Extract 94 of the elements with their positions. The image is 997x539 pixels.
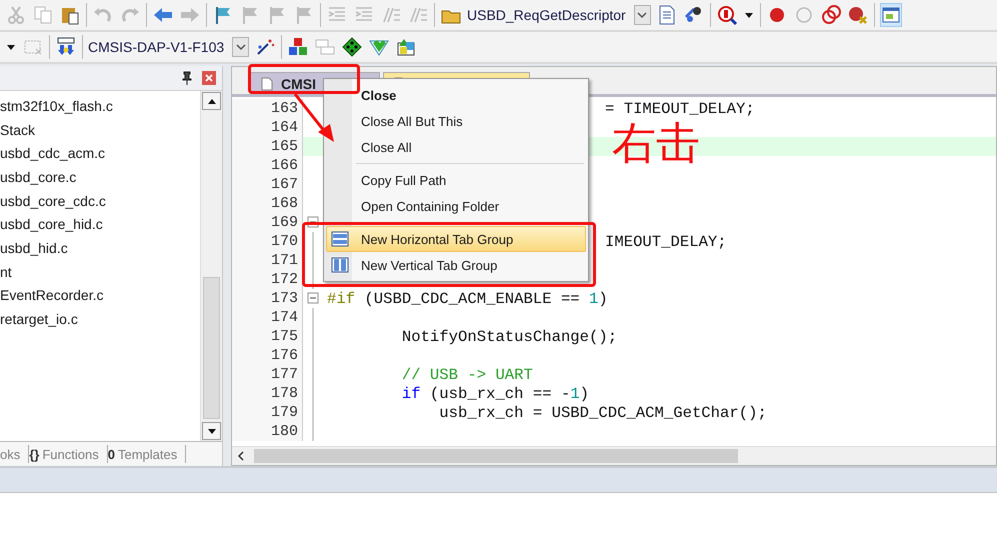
annotation-text: 右击 [612,122,700,166]
line-number: 169 [232,213,302,232]
flag-icon [267,5,287,25]
close-button[interactable] [202,71,216,85]
file-tree-item[interactable]: stm32f10x_flash.c [0,94,200,118]
rings-icon [820,5,841,25]
circle-icon [794,5,814,25]
menu-item[interactable]: Open Containing Folder [326,193,586,219]
line-number: 176 [232,346,302,365]
menu-item[interactable]: New Vertical Tab Group [326,252,586,278]
line-number: 173 [232,289,302,308]
line-number: 172 [232,270,302,289]
scroll-up-button[interactable] [202,92,221,110]
wand-icon [255,37,276,57]
toolbar-button[interactable] [716,3,738,27]
scroll-down-button[interactable] [202,422,221,440]
left-chevron-icon [238,451,244,461]
up-arrow-icon [208,98,216,104]
arrow-right-icon [180,5,200,25]
document-icon [261,76,273,90]
toolbar-button[interactable] [341,35,364,59]
scissors-icon [6,5,26,25]
line-number: 167 [232,175,302,194]
code-line: if (usb_rx_ch == -1) [400,384,590,402]
line-number: 164 [232,118,302,137]
flag-icon [240,5,260,25]
menu-item[interactable]: Close All [326,134,586,160]
chevron-icon [637,11,648,19]
comment-icon [408,5,428,25]
clipboard-icon [60,5,80,25]
scrollbar-thumb[interactable] [254,449,738,463]
menu-item[interactable]: Close All But This [326,108,586,134]
caret-icon [744,10,754,20]
panel-tab[interactable]: oks [0,445,30,463]
redo-icon [120,5,140,25]
file-tree-item[interactable]: retarget_io.c [0,307,200,331]
line-number: 178 [232,384,302,403]
flag-icon [213,5,233,25]
target-combo-text: CMSIS-DAP-V1-F103 [88,39,224,55]
line-number: 179 [232,403,302,422]
comment-icon [381,5,401,25]
vertical-split-icon [331,257,349,273]
file-tree-item[interactable]: usbd_hid.c [0,236,200,260]
blocks-icon [288,37,308,57]
magnifier-icon [716,5,737,25]
down-arrow-icon [208,428,216,434]
chevron-icon [236,43,246,51]
panel-tab[interactable]: 0 Templates [108,445,186,463]
panel-tab[interactable]: {} Functions [29,445,108,463]
download-arrows-icon [56,37,76,57]
file-tree-item[interactable]: EventRecorder.c [0,284,200,308]
dropdown-button[interactable] [232,37,250,57]
file-tree-item[interactable]: usbd_core.c [0,165,200,189]
line-number: 163 [232,99,302,118]
code-line: = TIMEOUT_DELAY; [605,100,755,118]
dots-cross-icon [848,5,868,25]
document-icon [656,5,677,25]
target-combo-text: USBD_ReqGetDescriptor [467,7,626,23]
undo-icon [93,5,113,25]
code-line: // USB -> UART [400,366,533,384]
line-number: 166 [232,156,302,175]
funnel-icon [369,37,390,57]
stacked-windows-icon [315,37,336,57]
diamond-icon [342,37,362,57]
file-tree-item[interactable]: usbd_core_hid.c [0,212,200,236]
line-number: 177 [232,365,302,384]
arrow-left-icon [153,5,173,25]
pin-icon[interactable] [182,71,192,85]
copy-icon [33,5,53,25]
dropdown-button[interactable] [634,5,651,25]
line-number: 175 [232,327,302,346]
close-icon [205,74,213,82]
line-number: 168 [232,194,302,213]
code-line: usb_rx_ch = USBD_CDC_ACM_GetChar(); [438,404,767,422]
line-number: 165 [232,137,302,156]
horizontal-split-icon [331,231,349,247]
scrollbar-thumb[interactable] [203,277,220,419]
file-tree-item[interactable]: nt [0,260,200,284]
file-tree-item[interactable]: usbd_core_cdc.c [0,188,200,212]
code-line: NotifyOnStatusChange(); [400,328,618,346]
code-line: IMEOUT_DELAY; [605,232,727,250]
code-line: #if (USBD_CDC_ACM_ENABLE == 1) [327,290,608,308]
line-number: 174 [232,308,302,327]
file-tree-item[interactable]: usbd_cdc_acm.c [0,141,200,166]
flag-icon [294,5,314,25]
packages-icon [396,37,416,57]
line-number: 170 [232,232,302,251]
line-number: 171 [232,251,302,270]
menu-item[interactable]: New Horizontal Tab Group [326,226,586,252]
menu-item[interactable]: Copy Full Path [326,167,586,193]
file-tree-item[interactable]: Stack [0,118,200,142]
window-icon [880,5,901,25]
caret-icon [6,42,16,52]
line-number: 180 [232,422,302,441]
